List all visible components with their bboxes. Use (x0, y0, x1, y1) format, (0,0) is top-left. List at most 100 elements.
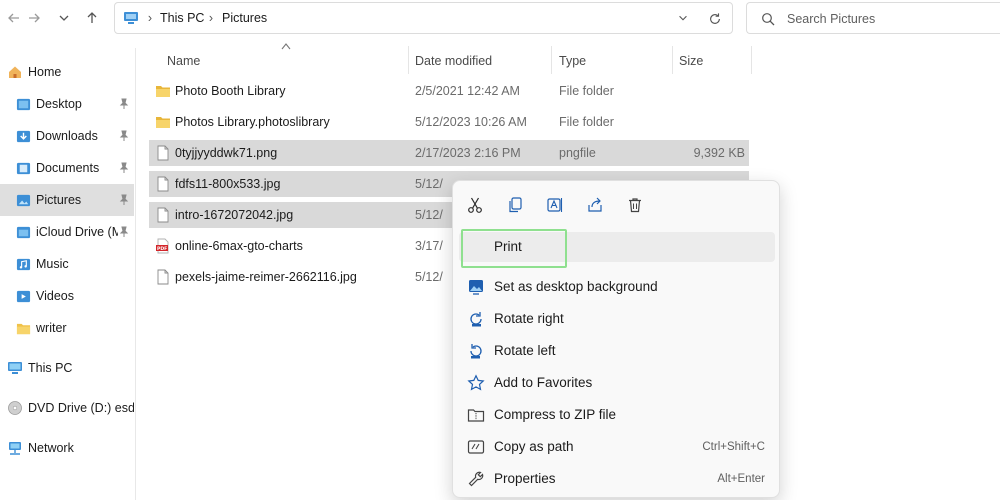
copy-icon (509, 197, 522, 213)
sidebar-item-music[interactable]: Music (0, 248, 134, 280)
breadcrumb-pictures[interactable]: Pictures (222, 11, 267, 25)
file-date: 2/5/2021 12:42 AM (415, 84, 520, 98)
forward-button[interactable] (22, 6, 46, 30)
sidebar-item-icloud-drive[interactable]: iCloud Drive (M (0, 216, 134, 248)
column-divider[interactable] (751, 46, 752, 74)
share-button[interactable] (583, 193, 607, 217)
zip-icon (467, 406, 485, 424)
sidebar-item-pictures[interactable]: Pictures (0, 184, 134, 216)
rotate-left-icon (467, 342, 485, 360)
file-size: 9,392 KB (693, 146, 745, 160)
file-row[interactable]: Photos Library.photoslibrary 5/12/2023 1… (149, 109, 749, 135)
sidebar-item-label: Videos (36, 289, 74, 303)
rename-button[interactable] (543, 193, 567, 217)
sidebar-item-label: Desktop (36, 97, 82, 111)
wrench-icon (467, 470, 485, 488)
file-name: 0tyjjyyddwk71.png (175, 146, 278, 160)
file-row[interactable]: 0tyjjyyddwk71.png 2/17/2023 2:16 PM pngf… (149, 140, 749, 166)
delete-icon (629, 198, 641, 213)
column-header-size[interactable]: Size (679, 48, 703, 74)
menu-item-rotate-left[interactable]: Rotate left (459, 336, 775, 366)
chevron-down-icon (59, 15, 69, 21)
pin-icon (119, 162, 129, 173)
search-icon (762, 13, 775, 26)
menu-item-add-to-favorites[interactable]: Add to Favorites (459, 368, 775, 398)
context-menu: Print Set as desktop background Rotate r… (452, 180, 780, 498)
column-header-type[interactable]: Type (559, 48, 586, 74)
file-icon (157, 145, 169, 161)
menu-item-label: Set as desktop background (494, 279, 658, 294)
sidebar-item-dvd-drive[interactable]: DVD Drive (D:) esd2i (0, 392, 134, 424)
sidebar-item-label: Pictures (36, 193, 82, 207)
music-icon (15, 256, 31, 272)
address-toolbar: › This PC › Pictures Search Pictures (0, 0, 1000, 36)
column-divider[interactable] (408, 46, 409, 74)
pin-icon (119, 98, 129, 109)
sidebar-item-documents[interactable]: Documents (0, 152, 134, 184)
sidebar-item-home[interactable]: Home (0, 56, 134, 88)
sidebar-item-label: Downloads (36, 129, 98, 143)
menu-item-label: Properties (494, 471, 556, 486)
rotate-right-icon (467, 310, 485, 328)
delete-button[interactable] (623, 193, 647, 217)
menu-item-set-desktop-background[interactable]: Set as desktop background (459, 272, 775, 302)
sidebar-item-label: iCloud Drive (M (36, 225, 118, 239)
pin-icon (119, 194, 129, 205)
file-type: File folder (559, 84, 614, 98)
menu-item-compress-zip[interactable]: Compress to ZIP file (459, 400, 775, 430)
sidebar-item-downloads[interactable]: Downloads (0, 120, 134, 152)
network-icon (7, 440, 23, 456)
file-name: pexels-jaime-reimer-2662116.jpg (175, 270, 357, 284)
sidebar-item-network[interactable]: Network (0, 432, 134, 464)
sidebar-item-videos[interactable]: Videos (0, 280, 134, 312)
file-row[interactable]: Photo Booth Library 2/5/2021 12:42 AM Fi… (149, 78, 749, 104)
address-dropdown-icon[interactable] (675, 11, 691, 25)
recent-locations-button[interactable] (52, 6, 76, 30)
wallpaper-icon (467, 278, 485, 296)
refresh-icon[interactable] (707, 11, 723, 27)
column-divider[interactable] (551, 46, 552, 74)
column-header-name[interactable]: Name (167, 48, 200, 74)
share-icon (588, 197, 602, 212)
home-icon (7, 64, 23, 80)
search-box[interactable]: Search Pictures (746, 2, 1000, 34)
menu-item-label: Rotate left (494, 343, 556, 358)
arrow-up-icon (87, 12, 97, 23)
sort-ascending-icon (281, 43, 291, 50)
sidebar-item-desktop[interactable]: Desktop (0, 88, 134, 120)
menu-item-print[interactable]: Print (459, 232, 775, 262)
sidebar-item-writer[interactable]: writer (0, 312, 134, 344)
menu-item-properties[interactable]: Properties Alt+Enter (459, 464, 775, 494)
pictures-icon (15, 192, 31, 208)
sidebar-item-this-pc[interactable]: This PC (0, 352, 134, 384)
folder-icon (156, 117, 170, 128)
sidebar-item-label: Documents (36, 161, 100, 175)
menu-item-rotate-right[interactable]: Rotate right (459, 304, 775, 334)
column-header-date-modified[interactable]: Date modified (415, 48, 492, 74)
file-name: Photos Library.photoslibrary (175, 115, 330, 129)
breadcrumb-chevron-icon: › (208, 11, 214, 25)
file-date: 5/12/ (415, 270, 443, 284)
cut-button[interactable] (463, 193, 487, 217)
navigation-pane: Home Desktop Downloads Documents Picture… (0, 48, 136, 500)
sidebar-item-label: Network (28, 441, 74, 455)
address-bar[interactable]: › This PC › Pictures (114, 2, 733, 34)
documents-icon (15, 160, 31, 176)
breadcrumb-this-pc[interactable]: This PC (160, 11, 204, 25)
file-date: 5/12/2023 10:26 AM (415, 115, 527, 129)
videos-icon (15, 288, 31, 304)
column-divider[interactable] (672, 46, 673, 74)
file-name: fdfs11-800x533.jpg (175, 177, 281, 191)
copy-button[interactable] (503, 193, 527, 217)
file-type: File folder (559, 115, 614, 129)
menu-item-copy-as-path[interactable]: Copy as path Ctrl+Shift+C (459, 432, 775, 462)
menu-item-label: Add to Favorites (494, 375, 593, 390)
up-button[interactable] (80, 6, 104, 30)
menu-item-label: Print (494, 239, 522, 254)
menu-item-label: Compress to ZIP file (494, 407, 617, 422)
folder-icon (15, 320, 31, 336)
computer-icon (7, 360, 23, 376)
file-date: 2/17/2023 2:16 PM (415, 146, 521, 160)
breadcrumb-chevron-icon: › (147, 11, 153, 25)
file-type: pngfile (559, 146, 596, 160)
